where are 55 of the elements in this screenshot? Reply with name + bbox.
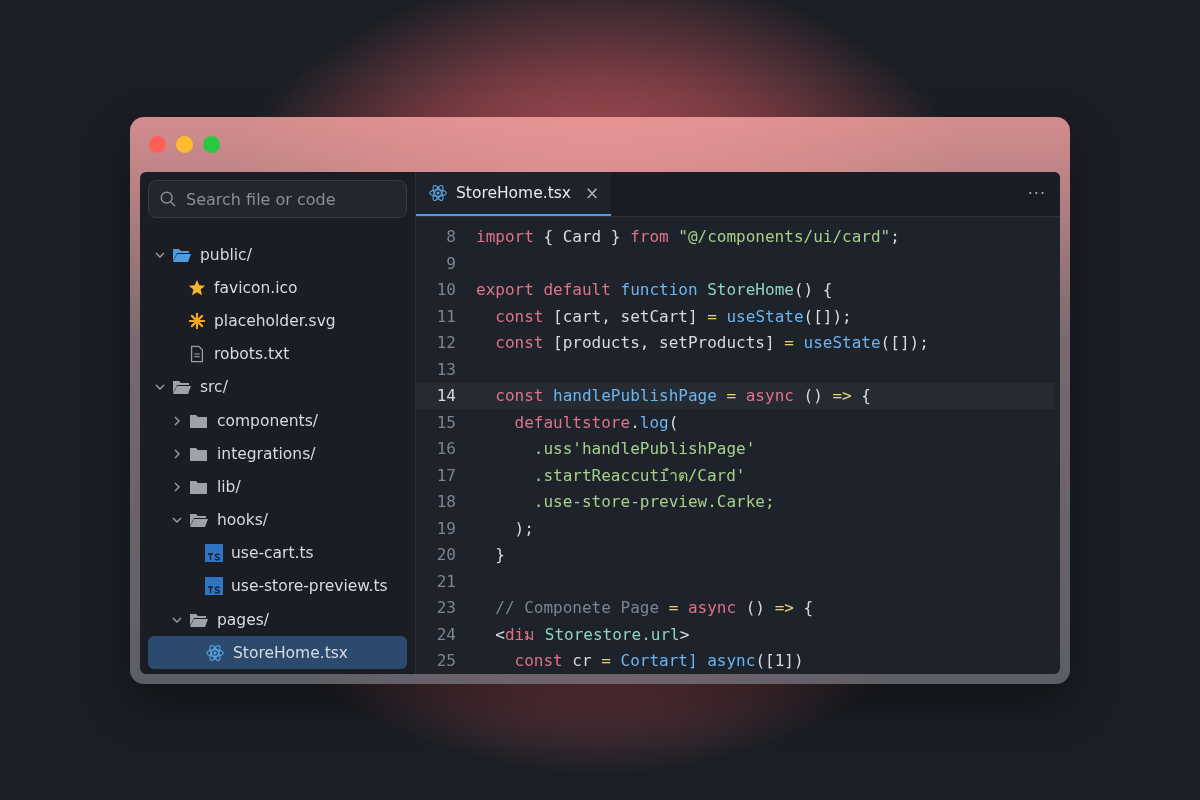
line-number: 15 bbox=[435, 412, 456, 432]
line-number: 13 bbox=[435, 359, 456, 379]
line-number: 12 bbox=[435, 333, 456, 353]
document-icon bbox=[188, 345, 206, 364]
line-number: 21 bbox=[435, 571, 456, 591]
code-line: import { Card } from "@/components/ui/card"; bbox=[476, 227, 900, 247]
line-number: 19 bbox=[435, 518, 456, 538]
tree-item[interactable]: hooks/ bbox=[148, 503, 407, 537]
tree-item[interactable]: placeholder.svg bbox=[148, 304, 407, 338]
atom-icon bbox=[205, 642, 225, 663]
tree-item[interactable]: favicon.ico bbox=[148, 271, 407, 305]
tree-item[interactable]: public/ bbox=[148, 238, 407, 272]
line-number: 23 bbox=[435, 598, 456, 618]
line-number: 16 bbox=[435, 439, 456, 459]
code-line: const cr = Cortart] async([1]) bbox=[513, 651, 804, 671]
tree-item[interactable]: StoreHome.tsx bbox=[148, 636, 407, 670]
line-number: 18 bbox=[435, 492, 456, 512]
code-line: <diม Storestore.url> bbox=[494, 623, 690, 646]
code-line: const handlePublishPage = async () => { bbox=[494, 386, 871, 406]
tree-item[interactable]: robots.txt bbox=[148, 337, 407, 371]
atom-icon bbox=[428, 182, 448, 203]
code-line: export default function StoreHome() { bbox=[476, 280, 833, 300]
code-line: .use-store-preview.Carke; bbox=[532, 492, 775, 512]
tree-item[interactable]: lib/ bbox=[148, 470, 407, 504]
close-tab-button[interactable]: × bbox=[585, 182, 600, 203]
line-number: 25 bbox=[435, 651, 456, 671]
line-number: 20 bbox=[435, 545, 456, 565]
file-tab[interactable]: StoreHome.tsx × bbox=[416, 172, 612, 216]
code-line: ); bbox=[513, 518, 534, 538]
typescript-file-icon bbox=[205, 544, 223, 563]
line-number: 10 bbox=[435, 280, 456, 300]
tree-item[interactable]: src/ bbox=[148, 370, 407, 404]
line-number: 9 bbox=[445, 253, 456, 273]
line-number: 8 bbox=[445, 227, 456, 247]
tree-item[interactable]: components/ bbox=[148, 403, 407, 438]
code-line: defaultstore.log( bbox=[513, 412, 679, 432]
tree-item[interactable]: integrations/ bbox=[148, 437, 407, 471]
line-number: 14 bbox=[435, 386, 456, 406]
code-line: } bbox=[494, 545, 505, 565]
code-line: const [products, setProducts] = useState([]); bbox=[494, 333, 929, 353]
line-number: 11 bbox=[435, 306, 456, 326]
tree-item[interactable]: pages/ bbox=[148, 603, 407, 637]
tree-item[interactable]: use-cart.ts bbox=[148, 536, 407, 570]
tree-item[interactable]: use-store-preview.ts bbox=[148, 569, 407, 604]
line-number: 24 bbox=[435, 624, 456, 644]
more-button[interactable]: ··· bbox=[1027, 184, 1046, 204]
search-field[interactable]: Search file or code bbox=[148, 180, 407, 218]
typescript-file-icon bbox=[205, 577, 223, 596]
line-number: 17 bbox=[435, 465, 456, 485]
code-line: .uss'handlePublishPage' bbox=[532, 439, 756, 459]
code-line: .startReaccutiำต/Card' bbox=[532, 464, 746, 487]
code-line: const [cart, setCart] = useState([]); bbox=[494, 306, 852, 326]
star-icon bbox=[188, 278, 206, 297]
asterisk-icon bbox=[188, 311, 206, 330]
code-line: // Componete Page = async () => { bbox=[494, 598, 814, 618]
